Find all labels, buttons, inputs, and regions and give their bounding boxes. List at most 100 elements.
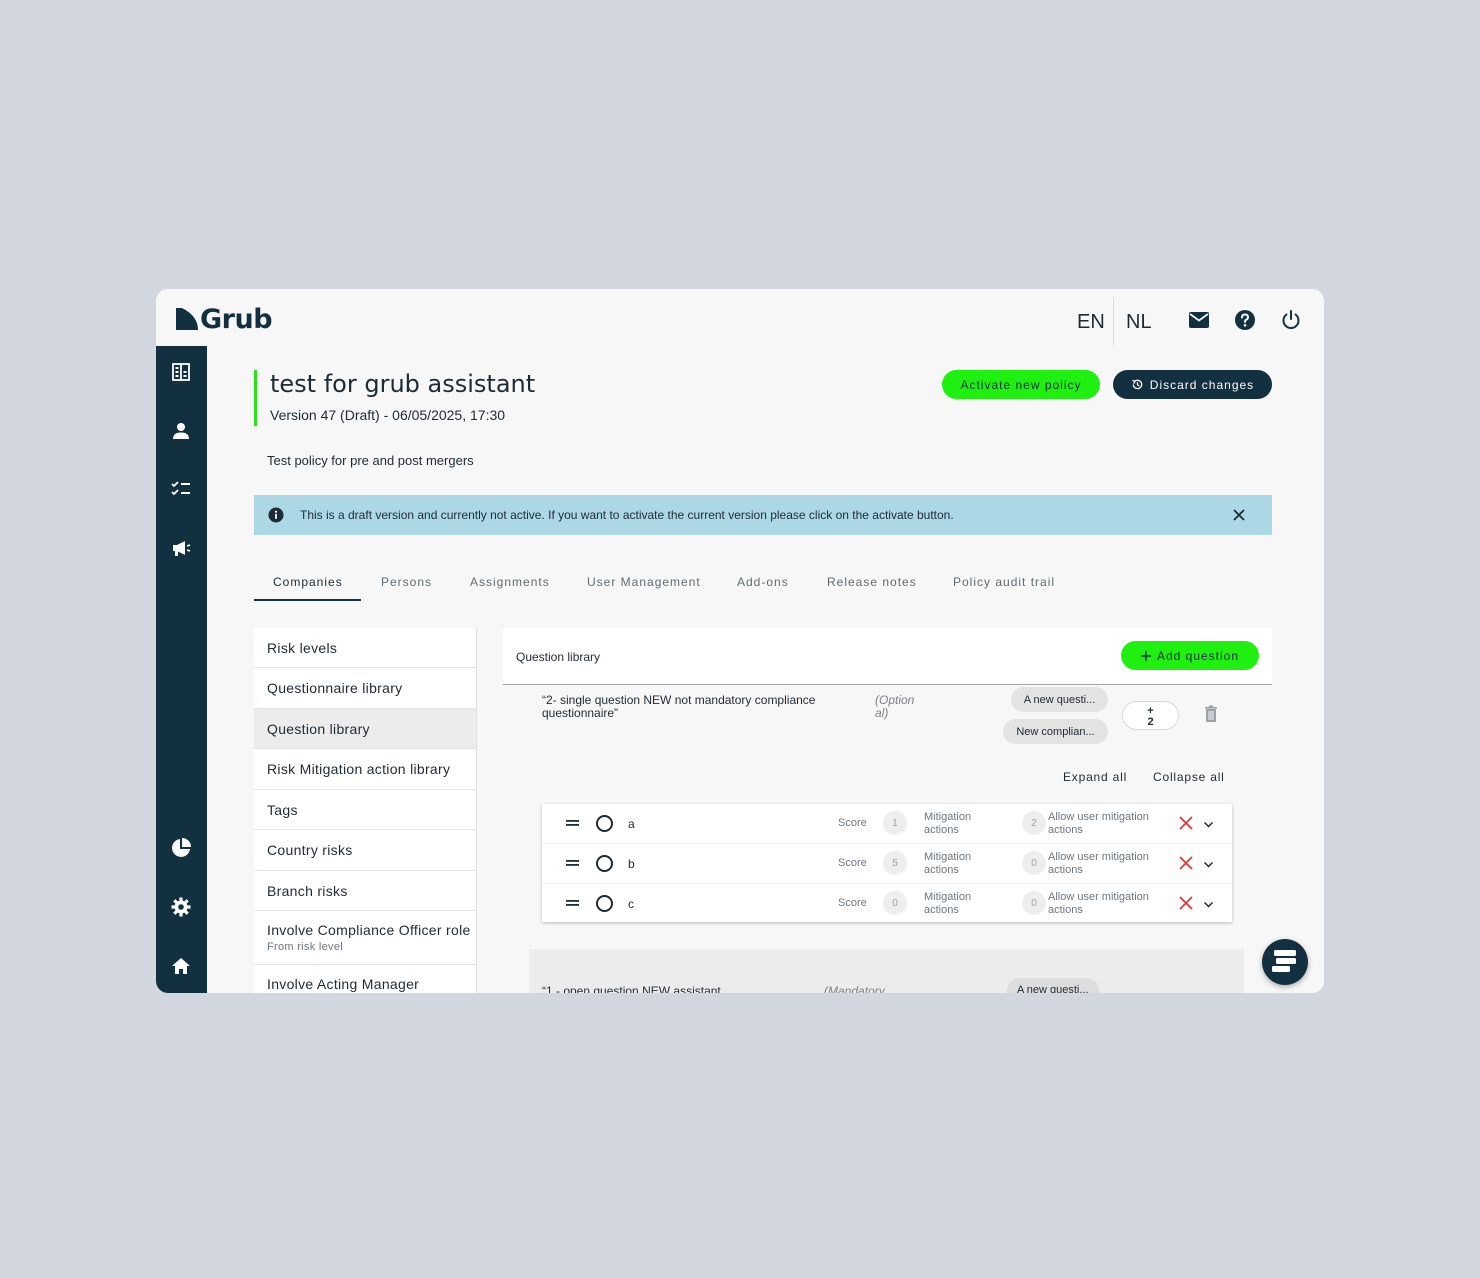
close-icon[interactable] (1231, 507, 1247, 523)
answers-list: a Score 1 Mitigation actions 2 Allow use… (542, 804, 1232, 922)
settings-gear-icon[interactable] (170, 896, 192, 918)
tab-assignments[interactable]: Assignments (470, 575, 550, 589)
app-logo[interactable]: Grub (176, 303, 273, 335)
remove-answer-icon[interactable] (1179, 856, 1193, 870)
menu-item-risk-mitigation-library[interactable]: Risk Mitigation action library (254, 749, 476, 790)
questionnaire-chip[interactable]: A new questi... (1007, 978, 1099, 993)
trash-icon[interactable] (1203, 705, 1219, 723)
answer-label: c (628, 897, 634, 911)
questionnaire-count-button[interactable]: + 2 (1122, 701, 1179, 730)
answer-row: b Score 5 Mitigation actions 0 Allow use… (542, 844, 1232, 884)
expand-all-button[interactable]: Expand all (1063, 770, 1127, 784)
policy-description: Test policy for pre and post mergers (267, 453, 474, 468)
drag-handle-icon[interactable] (566, 899, 579, 907)
mail-icon[interactable] (1187, 308, 1211, 332)
discard-changes-button[interactable]: Discard changes (1113, 370, 1272, 399)
mitigation-count[interactable]: 0 (1022, 891, 1046, 915)
checklist-icon[interactable] (170, 478, 192, 500)
answer-row: c Score 0 Mitigation actions 0 Allow use… (542, 884, 1232, 924)
assistant-fab-button[interactable] (1262, 939, 1308, 985)
chevron-down-icon[interactable] (1203, 859, 1214, 870)
tab-policy-audit-trail[interactable]: Policy audit trail (953, 575, 1055, 589)
answer-label: b (628, 857, 635, 871)
settings-menu: Risk levels Questionnaire library Questi… (254, 628, 477, 993)
building-icon[interactable] (170, 361, 192, 383)
menu-item-country-risks[interactable]: Country risks (254, 830, 476, 871)
logo-text: Grub (200, 303, 273, 335)
score-label: Score (838, 897, 867, 909)
chevron-down-icon[interactable] (1203, 899, 1214, 910)
info-icon (268, 507, 284, 523)
answer-row: a Score 1 Mitigation actions 2 Allow use… (542, 804, 1232, 844)
remove-answer-icon[interactable] (1179, 896, 1193, 910)
answer-radio[interactable] (596, 895, 613, 912)
question-library-header: Question library Add question (503, 628, 1272, 685)
pie-chart-icon[interactable] (170, 837, 192, 859)
menu-item-question-library[interactable]: Question library (254, 709, 476, 749)
mitigation-count[interactable]: 2 (1022, 811, 1046, 835)
sidebar (156, 346, 207, 993)
answer-radio[interactable] (596, 815, 613, 832)
discard-changes-label: Discard changes (1149, 377, 1255, 392)
menu-item-questionnaire-library[interactable]: Questionnaire library (254, 668, 476, 709)
count-value: 2 (1147, 716, 1154, 728)
active-tab-indicator (254, 599, 361, 601)
person-icon[interactable] (170, 420, 192, 442)
tab-user-management[interactable]: User Management (587, 575, 701, 589)
questionnaire-chip[interactable]: A new questi... (1011, 687, 1108, 712)
title-accent-bar (254, 370, 257, 426)
menu-item-label: Country risks (267, 842, 353, 858)
question-card[interactable]: “1 - open question NEW assistant (Mandat… (529, 949, 1244, 993)
plus-icon (1140, 650, 1151, 661)
menu-item-label: Risk levels (267, 640, 338, 656)
menu-item-label: Risk Mitigation action library (267, 761, 451, 777)
menu-item-label: Involve Compliance Officer role (267, 922, 471, 938)
allow-user-mitigation-label: Allow user mitigation actions (1048, 811, 1149, 836)
activate-policy-button[interactable]: Activate new policy (942, 370, 1100, 399)
score-value[interactable]: 0 (883, 891, 907, 915)
remove-answer-icon[interactable] (1179, 816, 1193, 830)
mitigation-label: Mitigation actions (924, 811, 972, 836)
add-question-label: Add question (1156, 648, 1240, 663)
add-question-button[interactable]: Add question (1121, 641, 1259, 670)
lang-nl-button[interactable]: NL (1126, 311, 1152, 334)
menu-item-label: Question library (267, 721, 370, 737)
drag-handle-icon[interactable] (566, 859, 579, 867)
score-value[interactable]: 1 (883, 811, 907, 835)
mitigation-count[interactable]: 0 (1022, 851, 1046, 875)
allow-user-mitigation-label: Allow user mitigation actions (1048, 891, 1149, 916)
menu-item-risk-levels[interactable]: Risk levels (254, 628, 476, 668)
menu-item-tags[interactable]: Tags (254, 790, 476, 830)
score-value[interactable]: 5 (883, 851, 907, 875)
score-label: Score (838, 857, 867, 869)
page-title: test for grub assistant (270, 370, 536, 398)
answer-radio[interactable] (596, 855, 613, 872)
question-library-panel: Question library Add question “2- single… (503, 628, 1272, 993)
top-bar: Grub EN NL (156, 289, 1324, 346)
tab-release-notes[interactable]: Release notes (827, 575, 917, 589)
lang-en-button[interactable]: EN (1077, 311, 1105, 334)
menu-item-sublabel: From risk level (267, 941, 344, 953)
drag-handle-icon[interactable] (566, 819, 579, 827)
power-icon[interactable] (1279, 308, 1303, 332)
question-text: “2- single question NEW not mandatory co… (542, 693, 816, 720)
collapse-all-button[interactable]: Collapse all (1153, 770, 1225, 784)
menu-item-label: Branch risks (267, 883, 348, 899)
home-icon[interactable] (170, 955, 192, 977)
menu-item-involve-acting-manager[interactable]: Involve Acting Manager (254, 965, 476, 993)
menu-item-involve-compliance-officer[interactable]: Involve Compliance Officer role From ris… (254, 911, 476, 965)
help-icon[interactable] (1233, 308, 1257, 332)
tab-companies[interactable]: Companies (273, 575, 343, 589)
menu-item-branch-risks[interactable]: Branch risks (254, 871, 476, 911)
tab-persons[interactable]: Persons (381, 575, 432, 589)
tab-add-ons[interactable]: Add-ons (737, 575, 789, 589)
menu-item-label: Involve Acting Manager (267, 976, 420, 992)
tab-bar: Companies Persons Assignments User Manag… (254, 566, 1154, 602)
megaphone-icon[interactable] (170, 537, 192, 559)
history-icon (1131, 379, 1143, 390)
questionnaire-chip[interactable]: New complian... (1003, 719, 1108, 744)
app-window: Grub EN NL test for grub assistant Versi… (156, 289, 1324, 993)
main-content: test for grub assistant Version 47 (Draf… (207, 346, 1324, 993)
mitigation-label: Mitigation actions (924, 851, 972, 876)
chevron-down-icon[interactable] (1203, 819, 1214, 830)
